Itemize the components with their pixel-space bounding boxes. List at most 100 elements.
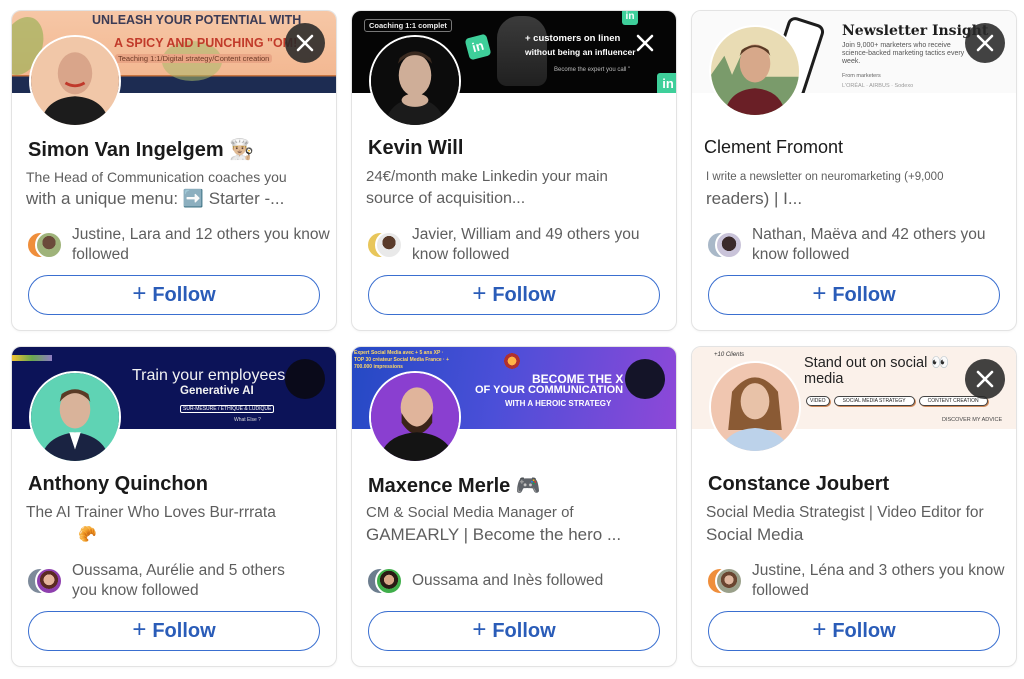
headline-line: I write a newsletter on neuromarketing (…: [706, 171, 944, 183]
plus-icon: +: [812, 280, 827, 307]
follow-button[interactable]: + Follow: [708, 275, 1000, 315]
banner-tagline: Teaching 1:1/Digital strategy/Content cr…: [115, 54, 273, 63]
follow-label: Follow: [152, 283, 216, 306]
follow-button[interactable]: + Follow: [368, 611, 660, 651]
follow-label: Follow: [492, 619, 556, 642]
profile-name[interactable]: Anthony Quinchon: [28, 473, 208, 496]
dismiss-button[interactable]: [625, 359, 665, 399]
profile-name[interactable]: Clement Fromont: [704, 137, 843, 158]
profile-headline: I write a newsletter on neuromarketing (…: [706, 166, 1006, 210]
banner-tag: +10 Clients: [714, 352, 745, 358]
profile-name[interactable]: Simon Van Ingelgem 👨🏼‍🍳: [28, 137, 254, 162]
banner-subtitle: Generative AI: [180, 385, 254, 397]
profile-headline: Social Media Strategist | Video Editor f…: [706, 502, 1006, 546]
mutual-text: Oussama, Aurélie and 5 others you know f…: [72, 562, 285, 599]
banner-subtitle: without being an influencer: [525, 47, 636, 57]
mutual-text: Nathan, Maëva and 42 others you know fol…: [752, 226, 986, 263]
mutual-avatar: [375, 231, 403, 259]
banner-subtitle: Join 9,000+ marketers who receive scienc…: [842, 42, 965, 65]
headline-line: The Head of Communication coaches you: [26, 169, 287, 185]
suggestion-card: Train your employees in Generative AI SU…: [11, 346, 337, 667]
profile-name[interactable]: Constance Joubert: [708, 473, 889, 496]
profile-headline: The Head of Communication coaches you wi…: [26, 166, 326, 210]
profile-name[interactable]: Maxence Merle 🎮: [368, 473, 541, 498]
headline-line: The AI Trainer Who Loves Bur-rrrata: [26, 504, 276, 521]
close-icon: [976, 34, 994, 52]
dismiss-button[interactable]: [965, 23, 1005, 63]
banner-chips: VIDEO SOCIAL MEDIA STRATEGY CONTENT CREA…: [806, 396, 988, 406]
banner-chip: VIDEO: [806, 396, 830, 406]
follow-label: Follow: [152, 619, 216, 642]
banner-tagline: SUR-MESURE / ÉTHIQUE & LUDIQUE: [180, 405, 275, 413]
suggestion-card: UNLEASH YOUR POTENTIAL WITH A SPICY AND …: [11, 10, 337, 331]
follow-button[interactable]: + Follow: [708, 611, 1000, 651]
suggestion-card: +10 Clients Stand out on social 👀 media …: [691, 346, 1017, 667]
banner-subtitle: OF YOUR COMMUNICATION: [475, 384, 624, 396]
profile-avatar[interactable]: [29, 35, 121, 127]
banner-title: + customers on linen: [525, 33, 621, 44]
headline-line: CM & Social Media Manager of: [366, 504, 574, 521]
profile-name[interactable]: Kevin Will: [368, 137, 463, 160]
mutual-connections: Justine, Lara and 12 others you know fol…: [26, 225, 330, 265]
mutual-avatar: [715, 567, 743, 595]
profile-headline: CM & Social Media Manager of GAMEARLY | …: [366, 502, 666, 546]
plus-icon: +: [812, 616, 827, 643]
suggestion-card: Coaching 1:1 complet in in in + customer…: [351, 10, 677, 331]
headline-line: readers) | I...: [706, 189, 803, 208]
mutual-avatar: [35, 567, 63, 595]
follow-button[interactable]: + Follow: [28, 275, 320, 315]
suggestion-card: Newsletter Insight Join 9,000+ marketers…: [691, 10, 1017, 331]
close-icon: [296, 34, 314, 52]
mutual-text: Justine, Lara and 12 others you know fol…: [72, 226, 330, 263]
headline-line: 24€/month make Linkedin your main: [366, 168, 608, 185]
dismiss-button[interactable]: [965, 359, 1005, 399]
dismiss-button[interactable]: [285, 23, 325, 63]
suggestion-card: Expert Social Media avec + 5 ans XP · TO…: [351, 346, 677, 667]
banner-subtitle: media: [804, 371, 844, 387]
mutual-avatar: [35, 231, 63, 259]
plus-icon: +: [472, 616, 487, 643]
follow-label: Follow: [492, 283, 556, 306]
mutual-connections: Oussama and Inès followed: [366, 561, 666, 601]
plus-icon: +: [132, 616, 147, 643]
banner-tagline: Expert Social Media avec + 5 ans XP · TO…: [354, 350, 449, 370]
follow-button[interactable]: + Follow: [28, 611, 320, 651]
mutual-connections: Oussama, Aurélie and 5 others you know f…: [26, 561, 326, 601]
close-icon: [976, 370, 994, 388]
mutual-avatar: [715, 231, 743, 259]
banner-title: Stand out on social 👀: [804, 355, 950, 371]
profile-avatar[interactable]: [369, 35, 461, 127]
follow-label: Follow: [832, 283, 896, 306]
banner-title: Train your employees in: [132, 367, 303, 384]
mutual-connections: Justine, Léna and 3 others you know foll…: [706, 561, 1006, 601]
banner-tagline: Become the expert you call ": [554, 67, 631, 73]
dismiss-button[interactable]: [625, 23, 665, 63]
headline-line: 🥐: [78, 526, 97, 543]
banner-logos: L'ORÉAL · AIRBUS · Sodexo: [842, 83, 914, 89]
banner-chip: SOCIAL MEDIA STRATEGY: [833, 396, 915, 406]
profile-avatar[interactable]: [709, 25, 801, 117]
headline-line: source of acquisition...: [366, 190, 526, 207]
mutual-connections: Javier, William and 49 others you know f…: [366, 225, 666, 265]
headline-line: Social Media: [706, 525, 804, 544]
profile-headline: The AI Trainer Who Loves Bur-rrrata 🥐: [26, 502, 326, 546]
follow-label: Follow: [832, 619, 896, 642]
mutual-connections: Nathan, Maëva and 42 others you know fol…: [706, 225, 1006, 265]
dismiss-button[interactable]: [285, 359, 325, 399]
follow-button[interactable]: + Follow: [368, 275, 660, 315]
mutual-text: Oussama and Inès followed: [412, 572, 604, 589]
banner-tagline-2: WITH A HEROIC STRATEGY: [505, 399, 612, 408]
headline-line: Social Media Strategist | Video Editor f…: [706, 504, 984, 521]
plus-icon: +: [472, 280, 487, 307]
profile-avatar[interactable]: [369, 371, 461, 463]
profile-avatar[interactable]: [709, 361, 801, 453]
headline-line: with a unique menu: ➡️ Starter -...: [26, 189, 285, 208]
banner-subtitle: A SPICY AND PUNCHING "OM!: [114, 36, 298, 50]
banner-tag: Coaching 1:1 complet: [364, 19, 452, 32]
mutual-avatar: [375, 567, 403, 595]
headline-line: GAMEARLY | Become the hero ...: [366, 525, 622, 544]
banner-tagline: DISCOVER MY ADVICE: [942, 417, 1003, 423]
banner-from: From marketers: [842, 73, 881, 79]
mutual-text: Justine, Léna and 3 others you know foll…: [752, 562, 1005, 599]
profile-avatar[interactable]: [29, 371, 121, 463]
